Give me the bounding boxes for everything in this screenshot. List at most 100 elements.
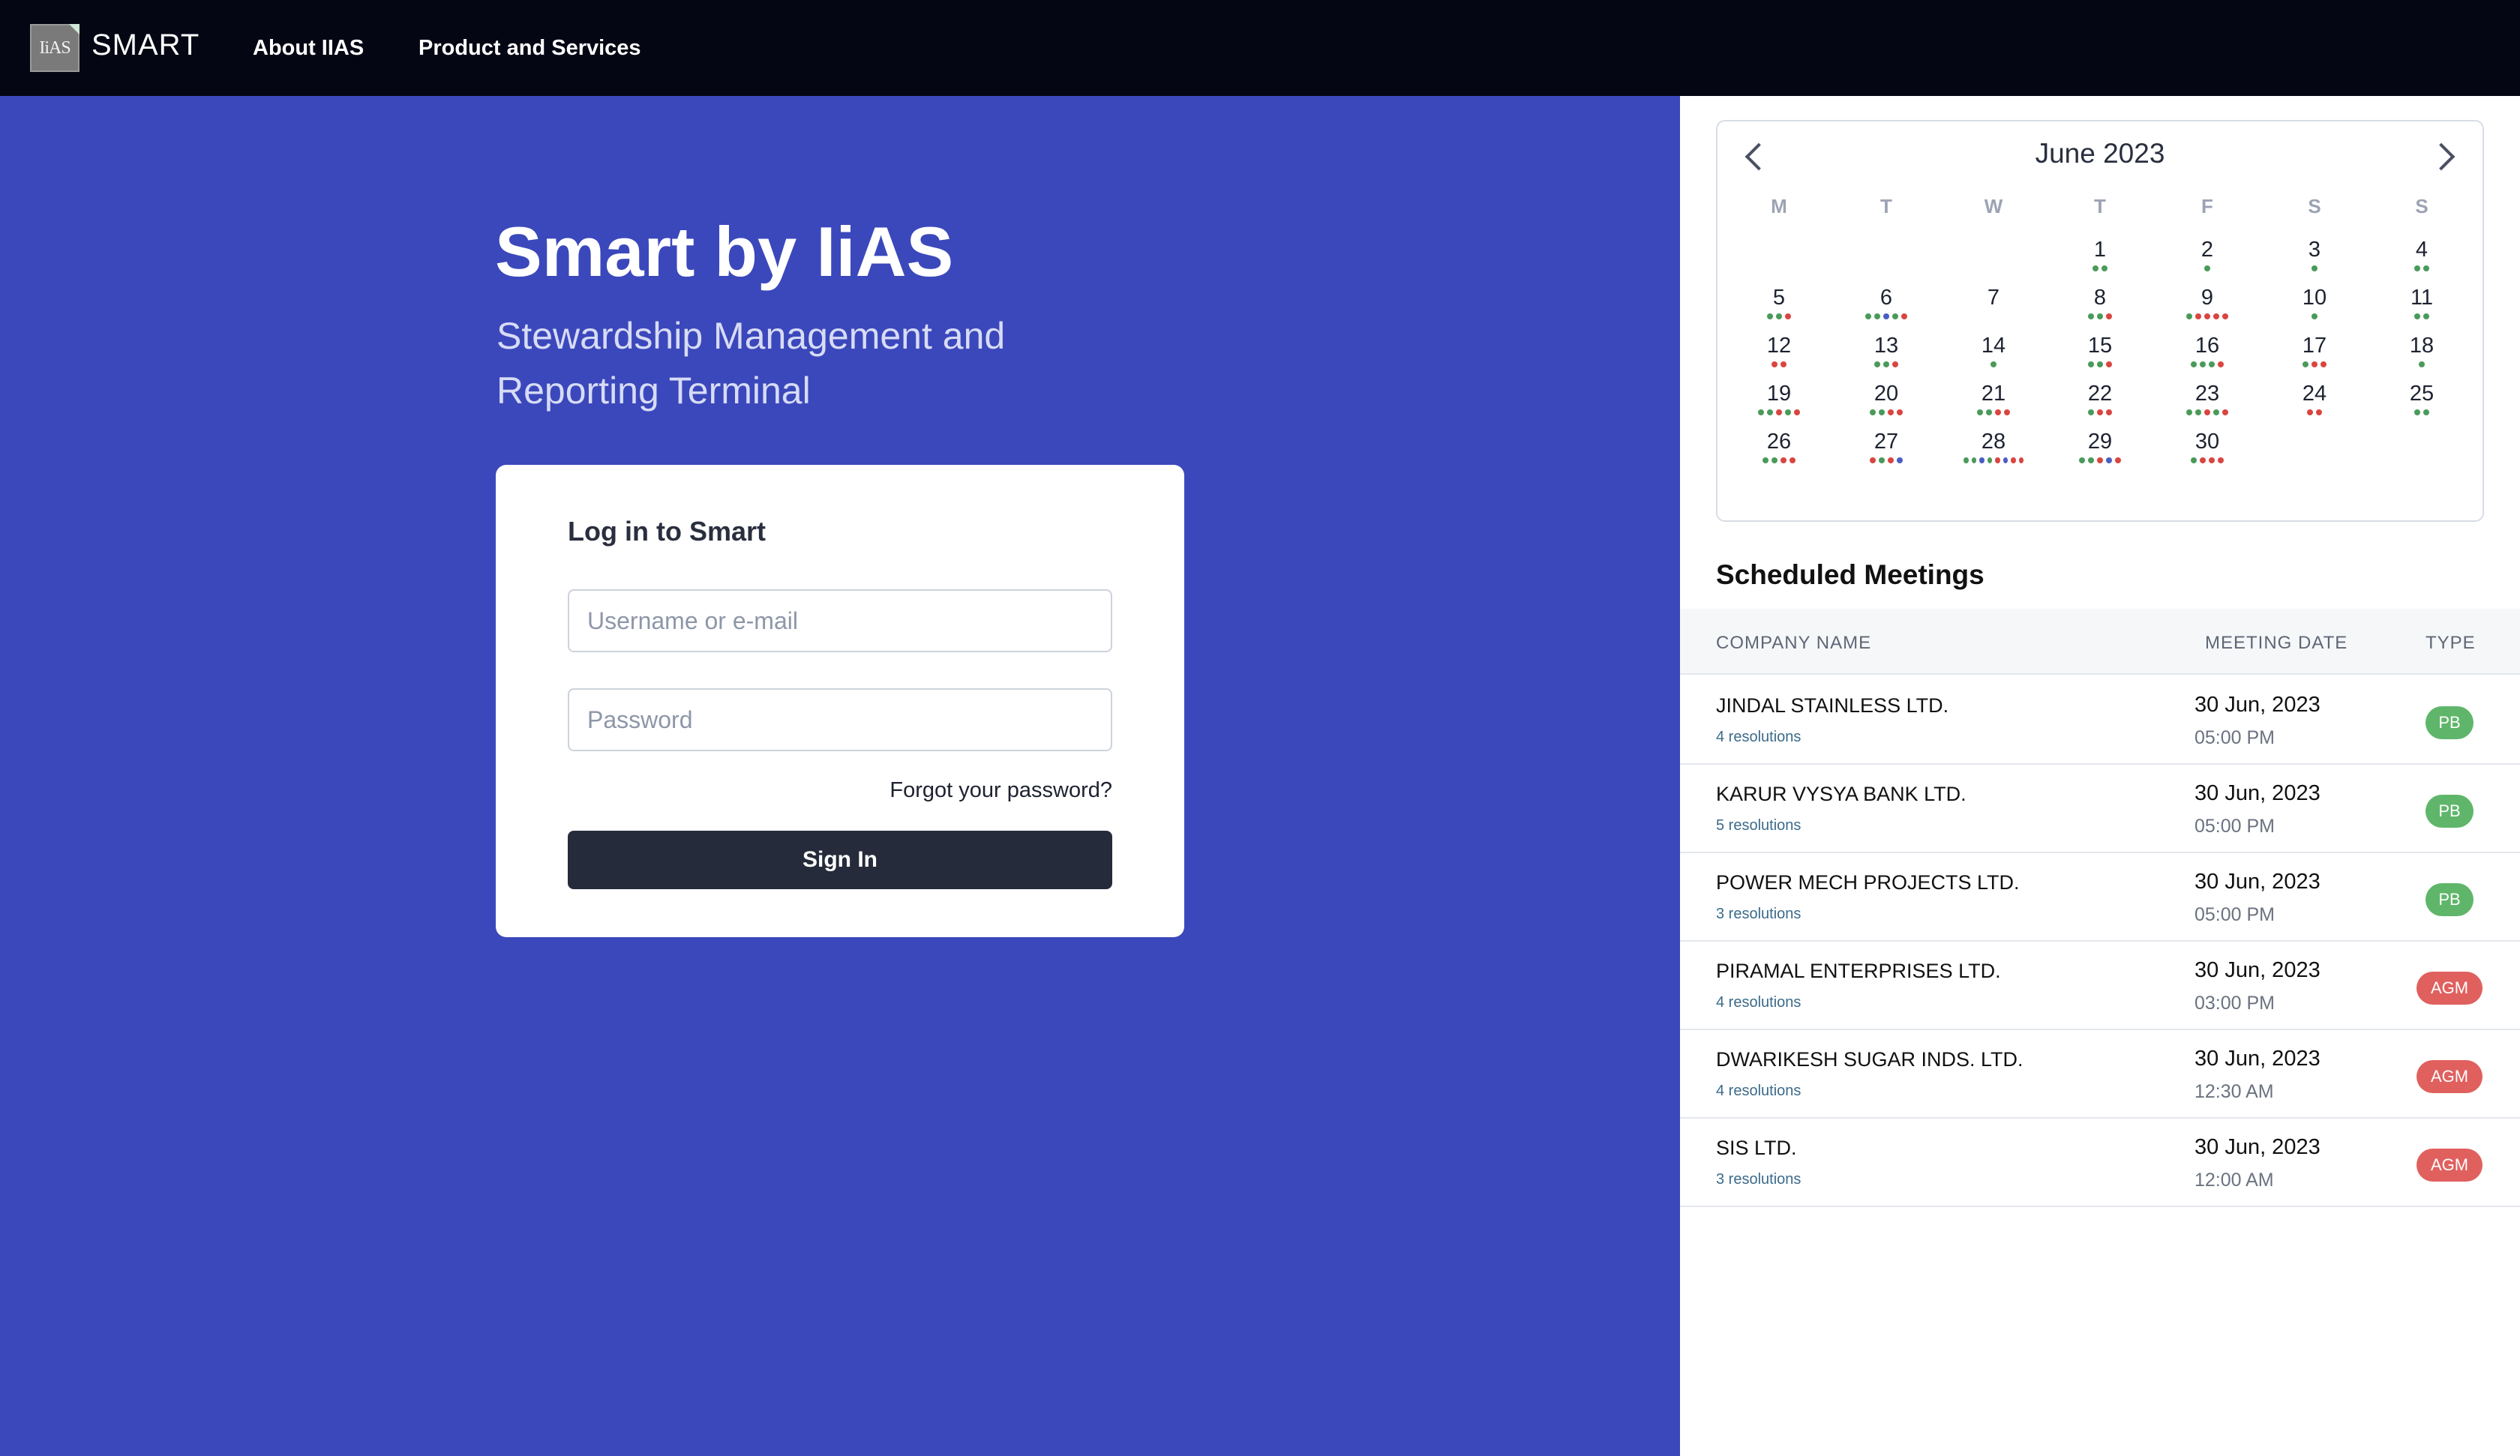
meeting-dot <box>1772 457 1778 463</box>
hero-subtitle: Stewardship Management and Reporting Ter… <box>496 309 1096 418</box>
forgot-password-link[interactable]: Forgot your password? <box>890 778 1112 803</box>
password-input[interactable] <box>568 688 1112 751</box>
meeting-dot <box>2079 457 2085 463</box>
calendar-day[interactable]: 17 <box>2284 333 2344 367</box>
meeting-dot <box>1897 409 1903 415</box>
table-row[interactable]: POWER MECH PROJECTS LTD. 3 resolutions 30 … <box>1680 853 2520 942</box>
calendar-day-number: 1 <box>2093 238 2107 262</box>
resolutions-count: 4 resolutions <box>1716 729 1802 745</box>
login-title: Log in to Smart <box>568 516 766 547</box>
meeting-dot <box>2423 409 2429 415</box>
meeting-dots <box>1749 361 1809 367</box>
calendar-day[interactable]: 12 <box>1749 333 1809 367</box>
meeting-dot <box>1901 313 1907 319</box>
login-card: Log in to Smart Forgot your password? Si… <box>496 465 1184 937</box>
meeting-dot <box>2106 457 2112 463</box>
meeting-dot <box>2204 409 2210 415</box>
meeting-dot <box>2002 457 2008 463</box>
calendar-day[interactable]: 8 <box>2070 285 2130 319</box>
calendar-day[interactable]: 27 <box>1856 429 1916 463</box>
sign-in-button[interactable]: Sign In <box>568 831 1112 889</box>
column-header-type: TYPE <box>2426 633 2476 653</box>
calendar-day[interactable]: 21 <box>1964 381 2024 415</box>
table-row[interactable]: SIS LTD. 3 resolutions 30 Jun, 2023 12:00 A… <box>1680 1119 2520 1207</box>
table-row[interactable]: PIRAMAL ENTERPRISES LTD. 4 resolutions 30 … <box>1680 942 2520 1030</box>
calendar-day[interactable]: 10 <box>2284 285 2344 319</box>
calendar-day[interactable]: 13 <box>1856 333 1916 367</box>
meeting-dots <box>1856 457 1916 463</box>
calendar-day[interactable]: 24 <box>2284 381 2344 415</box>
meeting-dot <box>1888 457 1894 463</box>
meeting-dot <box>2218 457 2224 463</box>
table-row[interactable]: KARUR VYSYA BANK LTD. 5 resolutions 30 Jun… <box>1680 765 2520 853</box>
calendar-day[interactable]: 16 <box>2177 333 2237 367</box>
calendar-day[interactable]: 15 <box>2070 333 2130 367</box>
meeting-date: 30 Jun, 2023 <box>2194 1047 2320 1071</box>
meeting-dot <box>2222 409 2228 415</box>
calendar-day-number: 16 <box>2194 334 2220 358</box>
nav-link-products[interactable]: Product and Services <box>418 36 641 61</box>
meeting-dots <box>2177 457 2237 463</box>
meeting-dot <box>1874 361 1880 367</box>
resolutions-count: 3 resolutions <box>1716 1171 1802 1188</box>
calendar-day[interactable]: 22 <box>2070 381 2130 415</box>
table-row[interactable]: DWARIKESH SUGAR INDS. LTD. 4 resolutions 3… <box>1680 1030 2520 1119</box>
meeting-dot <box>2414 313 2420 319</box>
meeting-dot <box>2097 361 2103 367</box>
meeting-dot <box>2222 313 2228 319</box>
meeting-dot <box>2414 409 2420 415</box>
calendar-month-title: June 2023 <box>2035 138 2165 169</box>
iias-logo[interactable]: IiAS <box>30 24 80 72</box>
meeting-dots <box>1964 361 2024 367</box>
calendar-day[interactable]: 1 <box>2070 237 2130 271</box>
meeting-dot <box>1964 457 1969 463</box>
calendar-day[interactable]: 14 <box>1964 333 2024 367</box>
calendar-day[interactable]: 26 <box>1749 429 1809 463</box>
calendar-day[interactable]: 25 <box>2392 381 2452 415</box>
calendar-day[interactable]: 5 <box>1749 285 1809 319</box>
calendar-day[interactable]: 3 <box>2284 237 2344 271</box>
calendar-day-number: 15 <box>2087 334 2113 358</box>
meeting-dots <box>2284 409 2344 415</box>
meeting-dots <box>2070 361 2130 367</box>
meeting-dot <box>2097 409 2103 415</box>
calendar-day[interactable]: 20 <box>1856 381 1916 415</box>
meeting-dots <box>1964 409 2024 415</box>
calendar-day[interactable]: 18 <box>2392 333 2452 367</box>
meeting-date: 30 Jun, 2023 <box>2194 870 2320 894</box>
calendar-day[interactable]: 9 <box>2177 285 2237 319</box>
meeting-dot <box>2423 265 2429 271</box>
calendar-day[interactable]: 19 <box>1749 381 1809 415</box>
meeting-dot <box>2200 361 2206 367</box>
calendar-day[interactable]: 6 <box>1856 285 1916 319</box>
meeting-dots <box>2392 265 2452 271</box>
meeting-type-badge: PB <box>2426 883 2474 916</box>
table-row[interactable]: JINDAL STAINLESS LTD. 4 resolutions 30 Jun… <box>1680 676 2520 765</box>
meeting-dot <box>1865 313 1871 319</box>
calendar-day[interactable]: 28 <box>1964 429 2024 463</box>
calendar-day-number: 11 <box>2410 286 2434 310</box>
calendar-day[interactable]: 2 <box>2177 237 2237 271</box>
meeting-dot <box>1888 409 1894 415</box>
meeting-dot <box>2312 361 2318 367</box>
calendar-day[interactable]: 7 <box>1964 285 2024 313</box>
calendar-day[interactable]: 30 <box>2177 429 2237 463</box>
meeting-dot <box>1794 409 1800 415</box>
username-input[interactable] <box>568 589 1112 652</box>
calendar-day[interactable]: 11 <box>2392 285 2452 319</box>
nav-link-about[interactable]: About IIAS <box>253 36 364 61</box>
calendar-day-number: 29 <box>2087 430 2113 454</box>
meeting-dot <box>2195 409 2201 415</box>
calendar-day[interactable]: 4 <box>2392 237 2452 271</box>
brand-name[interactable]: SMART <box>92 28 200 62</box>
meeting-dot <box>1987 457 1992 463</box>
calendar-day[interactable]: 29 <box>2070 429 2130 463</box>
resolutions-count: 3 resolutions <box>1716 906 1802 922</box>
meeting-dot <box>2088 313 2094 319</box>
calendar-day-number: 24 <box>2302 382 2327 406</box>
calendar-day[interactable]: 23 <box>2177 381 2237 415</box>
meeting-dot <box>1977 409 1983 415</box>
meeting-dots <box>2177 361 2237 367</box>
resolutions-count: 4 resolutions <box>1716 1083 1802 1099</box>
calendar-day-number: 7 <box>1987 286 2000 310</box>
